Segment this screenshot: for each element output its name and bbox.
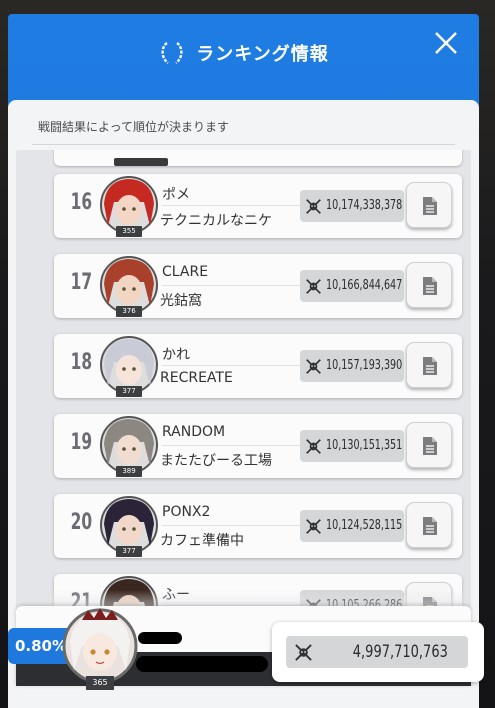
my-avatar	[62, 608, 138, 684]
modal-title: ランキング情報	[196, 44, 329, 65]
player-name: RANDOM	[162, 424, 226, 440]
name-separator	[162, 525, 300, 526]
ranking-row[interactable]: 20 377 PONX2 カフェ準備中 10,124,528,115	[54, 494, 462, 558]
player-name: CLARE	[162, 264, 209, 280]
modal-header: ランキング情報	[8, 14, 479, 100]
ranking-row[interactable]: 19 389 RANDOM またたびーる工場 10,130,151,351	[54, 414, 462, 478]
level-badge: 389	[116, 466, 142, 477]
my-score-value: 4,997,710,763	[352, 642, 448, 662]
close-icon[interactable]	[433, 30, 459, 56]
guild-name: またたびーる工場	[160, 453, 272, 469]
my-level-badge: 365	[86, 676, 114, 690]
detail-button[interactable]	[406, 182, 452, 228]
redacted-guild	[136, 656, 268, 672]
rank-number: 20	[70, 510, 93, 535]
detail-button[interactable]	[406, 502, 452, 548]
rank-number: 19	[70, 430, 93, 455]
crossed-swords-skull-icon	[306, 519, 321, 534]
crossed-swords-skull-icon	[306, 359, 321, 374]
name-separator	[162, 365, 300, 366]
score-value: 10,174,338,378	[326, 198, 403, 213]
name-separator	[162, 205, 300, 206]
detail-button[interactable]	[406, 262, 452, 308]
ranking-row-partial	[54, 150, 462, 166]
title-group: ランキング情報	[8, 40, 479, 66]
my-score-pill: 4,997,710,763	[286, 636, 468, 668]
rank-number: 18	[70, 350, 93, 375]
crossed-swords-skull-icon	[295, 644, 312, 661]
document-icon	[423, 277, 437, 295]
my-ranking-bar: 0.80% 365 4,997,710,763	[8, 590, 484, 698]
detail-button[interactable]	[406, 422, 452, 468]
guild-name: カフェ準備中	[160, 533, 244, 549]
score-value: 10,130,151,351	[326, 438, 403, 453]
document-icon	[423, 197, 437, 215]
detail-button[interactable]	[406, 342, 452, 388]
crossed-swords-skull-icon	[306, 439, 321, 454]
document-icon	[423, 357, 437, 375]
ranking-subtitle: 戦闘結果によって順位が決まります	[38, 120, 230, 134]
ranking-list[interactable]: 16 355 ポメテクニカルなニケ 10,174,338,378 17 376 CLARE 光…	[16, 150, 471, 616]
score-pill: 10,166,844,647	[300, 270, 404, 302]
divider	[32, 144, 455, 145]
score-value: 10,157,193,390	[326, 358, 403, 373]
name-separator	[162, 285, 300, 286]
crossed-swords-skull-icon	[306, 279, 321, 294]
rank-number: 16	[70, 190, 93, 215]
document-icon	[423, 517, 437, 535]
guild-name: テクニカルなニケ	[160, 213, 272, 229]
player-name: かれ	[162, 347, 190, 363]
player-name: ポメ	[162, 187, 190, 203]
level-badge: 377	[116, 386, 142, 397]
rank-number: 17	[70, 270, 93, 295]
score-value: 10,124,528,115	[326, 518, 403, 533]
score-pill: 10,130,151,351	[300, 430, 404, 462]
score-pill: 10,157,193,390	[300, 350, 404, 382]
redacted-name	[138, 632, 182, 644]
document-icon	[423, 437, 437, 455]
crossed-swords-skull-icon	[306, 199, 321, 214]
ranking-row[interactable]: 17 376 CLARE 光鈷窩 10,166,844,647	[54, 254, 462, 318]
ranking-row[interactable]: 18 377 かれ RECREATE 10,157,193,390	[54, 334, 462, 398]
name-separator	[162, 445, 300, 446]
level-badge: 376	[116, 306, 142, 317]
guild-name: RECREATE	[160, 370, 233, 386]
score-value: 10,166,844,647	[326, 278, 403, 293]
laurel-icon	[161, 42, 183, 64]
score-pill: 10,124,528,115	[300, 510, 404, 542]
player-name: PONX2	[162, 504, 211, 520]
score-pill: 10,174,338,378	[300, 190, 404, 222]
level-badge: 377	[116, 546, 142, 557]
guild-name: 光鈷窩	[160, 293, 202, 309]
level-badge: 355	[116, 226, 142, 237]
ranking-row[interactable]: 16 355 ポメテクニカルなニケ 10,174,338,378	[54, 174, 462, 238]
my-score-card: 4,997,710,763	[272, 622, 484, 682]
